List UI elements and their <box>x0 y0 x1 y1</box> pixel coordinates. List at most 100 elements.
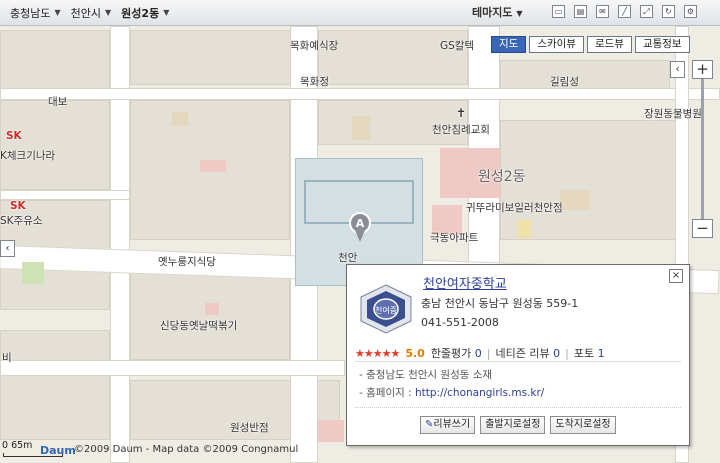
share-icon[interactable]: ✉ <box>596 5 609 18</box>
marker-pin-icon: A <box>349 212 371 242</box>
chevron-down-icon: ▼ <box>516 9 523 18</box>
svg-text:천여중: 천여중 <box>375 305 397 315</box>
breadcrumb: 충청남도 ▼ 천안시 ▼ 원성2동 ▼ 테마지도 ▼ ▭ ▤ ✉ ╱ ⤢ ↻ ⚙ <box>0 0 720 26</box>
building <box>560 190 590 210</box>
breadcrumb-city[interactable]: 천안시 ▼ <box>61 5 112 21</box>
map-label: 천안침례교회 <box>432 124 490 136</box>
building <box>352 116 370 140</box>
map-label: 옛누룽지식당 <box>158 256 216 268</box>
map-marker[interactable]: A <box>345 212 375 242</box>
map-block <box>0 330 110 440</box>
map-label: 비 <box>2 352 12 364</box>
tab-roadview[interactable]: 로드뷰 <box>586 36 632 53</box>
map-label: 극동아파트 <box>430 232 479 244</box>
place-address: 충남 천안시 동남구 원성동 559-1 <box>421 297 579 310</box>
zoom-in-button[interactable]: + <box>692 60 713 79</box>
map-label: 원성2동 <box>478 169 526 185</box>
school-emblem-logo: 천여중 <box>357 283 415 335</box>
review-count: 0 <box>474 347 482 360</box>
tab-map[interactable]: 지도 <box>491 36 527 53</box>
rating-stars: ★★★★★ <box>355 346 400 360</box>
pan-left-icon[interactable]: ‹ <box>670 61 685 78</box>
settings-icon[interactable]: ⚙ <box>684 5 697 18</box>
netizen-review-link[interactable]: 네티즌 리뷰 0 <box>496 345 561 361</box>
map-label: 목화예식장 <box>290 40 339 52</box>
netizen-label: 네티즌 리뷰 <box>495 347 550 360</box>
photo-link[interactable]: 포토 1 <box>574 345 605 361</box>
map-label: SK <box>10 200 26 212</box>
review-link[interactable]: 한줄평가 0 <box>431 345 482 361</box>
map-label: SK주유소 <box>0 215 43 227</box>
homepage-label: - 홈페이지 : <box>359 387 415 399</box>
close-icon[interactable]: × <box>669 269 683 283</box>
map-label: 목화정 <box>300 76 329 88</box>
road <box>0 360 345 376</box>
photo-label: 포토 <box>573 347 595 360</box>
write-review-label: 리뷰쓰기 <box>433 419 471 430</box>
zoom-control: + − <box>692 60 713 238</box>
map-label: 대보 <box>48 96 68 108</box>
set-destination-button[interactable]: 도착지로설정 <box>550 416 616 434</box>
divider: | <box>565 346 569 360</box>
divider <box>355 407 681 408</box>
photo-count: 1 <box>597 347 605 360</box>
place-title[interactable]: 천안여자중학교 <box>423 273 507 292</box>
map-block <box>130 270 290 360</box>
save-icon[interactable]: ▭ <box>552 5 565 18</box>
zoom-out-button[interactable]: − <box>692 219 713 238</box>
map-label: K체크기나라 <box>0 150 56 162</box>
place-phone: 041-551-2008 <box>421 316 499 329</box>
map-label: 신당동옛날떡볶기 <box>160 320 238 332</box>
building <box>517 220 531 238</box>
breadcrumb-province[interactable]: 충청남도 ▼ <box>0 5 61 21</box>
breadcrumb-label: 원성2동 <box>121 6 160 20</box>
theme-map-label: 테마지도 <box>472 6 513 19</box>
building <box>318 420 344 442</box>
set-origin-button[interactable]: 출발지로설정 <box>480 416 546 434</box>
breadcrumb-label: 충청남도 <box>10 6 51 20</box>
print-icon[interactable]: ▤ <box>574 5 587 18</box>
building <box>200 160 226 172</box>
pan-left-icon[interactable]: ‹ <box>0 240 15 257</box>
map-block <box>0 30 110 90</box>
divider: | <box>486 346 491 360</box>
daum-logo: Daum <box>40 444 76 457</box>
road <box>0 88 720 100</box>
marker-letter: A <box>356 217 365 230</box>
chevron-down-icon: ▼ <box>163 8 170 17</box>
rating-score: 5.0 <box>405 346 425 360</box>
map-label: 천안 <box>338 252 358 264</box>
divider <box>355 361 681 362</box>
building <box>172 112 188 126</box>
fullscreen-icon[interactable]: ⤢ <box>640 5 653 18</box>
netizen-count: 0 <box>553 347 561 360</box>
rating-row: ★★★★★ 5.0 한줄평가 0 | 네티즌 리뷰 0 | 포토 1 <box>355 345 605 361</box>
zoom-slider-track[interactable] <box>701 79 704 219</box>
map-label: 귀뚜라미보일러천안점 <box>466 202 563 214</box>
homepage-row: - 홈페이지 : http://chonangirls.ms.kr/ <box>359 385 544 400</box>
map-block <box>0 100 110 190</box>
scale-label: 0 65m <box>2 440 33 451</box>
map-type-switcher: 지도 스카이뷰 로드뷰 교통정보 <box>488 36 690 53</box>
homepage-link[interactable]: http://chonangirls.ms.kr/ <box>415 387 544 399</box>
write-review-button[interactable]: ✎리뷰쓰기 <box>420 416 476 434</box>
copyright-text: ©2009 Daum - Map data ©2009 Congnamul <box>74 444 299 455</box>
review-label: 한줄평가 <box>430 347 472 360</box>
breadcrumb-dong[interactable]: 원성2동 ▼ <box>111 5 169 21</box>
tab-skyview[interactable]: 스카이뷰 <box>529 36 584 53</box>
refresh-icon[interactable]: ↻ <box>662 5 675 18</box>
tab-traffic[interactable]: 교통정보 <box>634 36 690 53</box>
building <box>22 262 44 284</box>
map-label: 원성반점 <box>230 422 269 434</box>
map-label: GS칼텍 <box>440 40 475 52</box>
building <box>205 303 219 315</box>
map-label: 길림성 <box>550 76 579 88</box>
breadcrumb-label: 천안시 <box>70 6 102 20</box>
place-info-window: × 천여중 천안여자중학교 충남 천안시 동남구 원성동 559-1 041-5… <box>346 264 690 446</box>
place-description: - 충청남도 천안시 원성동 소재 <box>359 369 493 381</box>
map-block <box>130 30 300 85</box>
theme-map-menu[interactable]: 테마지도 ▼ <box>472 4 522 20</box>
ruler-icon[interactable]: ╱ <box>618 5 631 18</box>
church-icon: ✝ <box>456 106 467 120</box>
map-label: SK <box>6 130 22 142</box>
